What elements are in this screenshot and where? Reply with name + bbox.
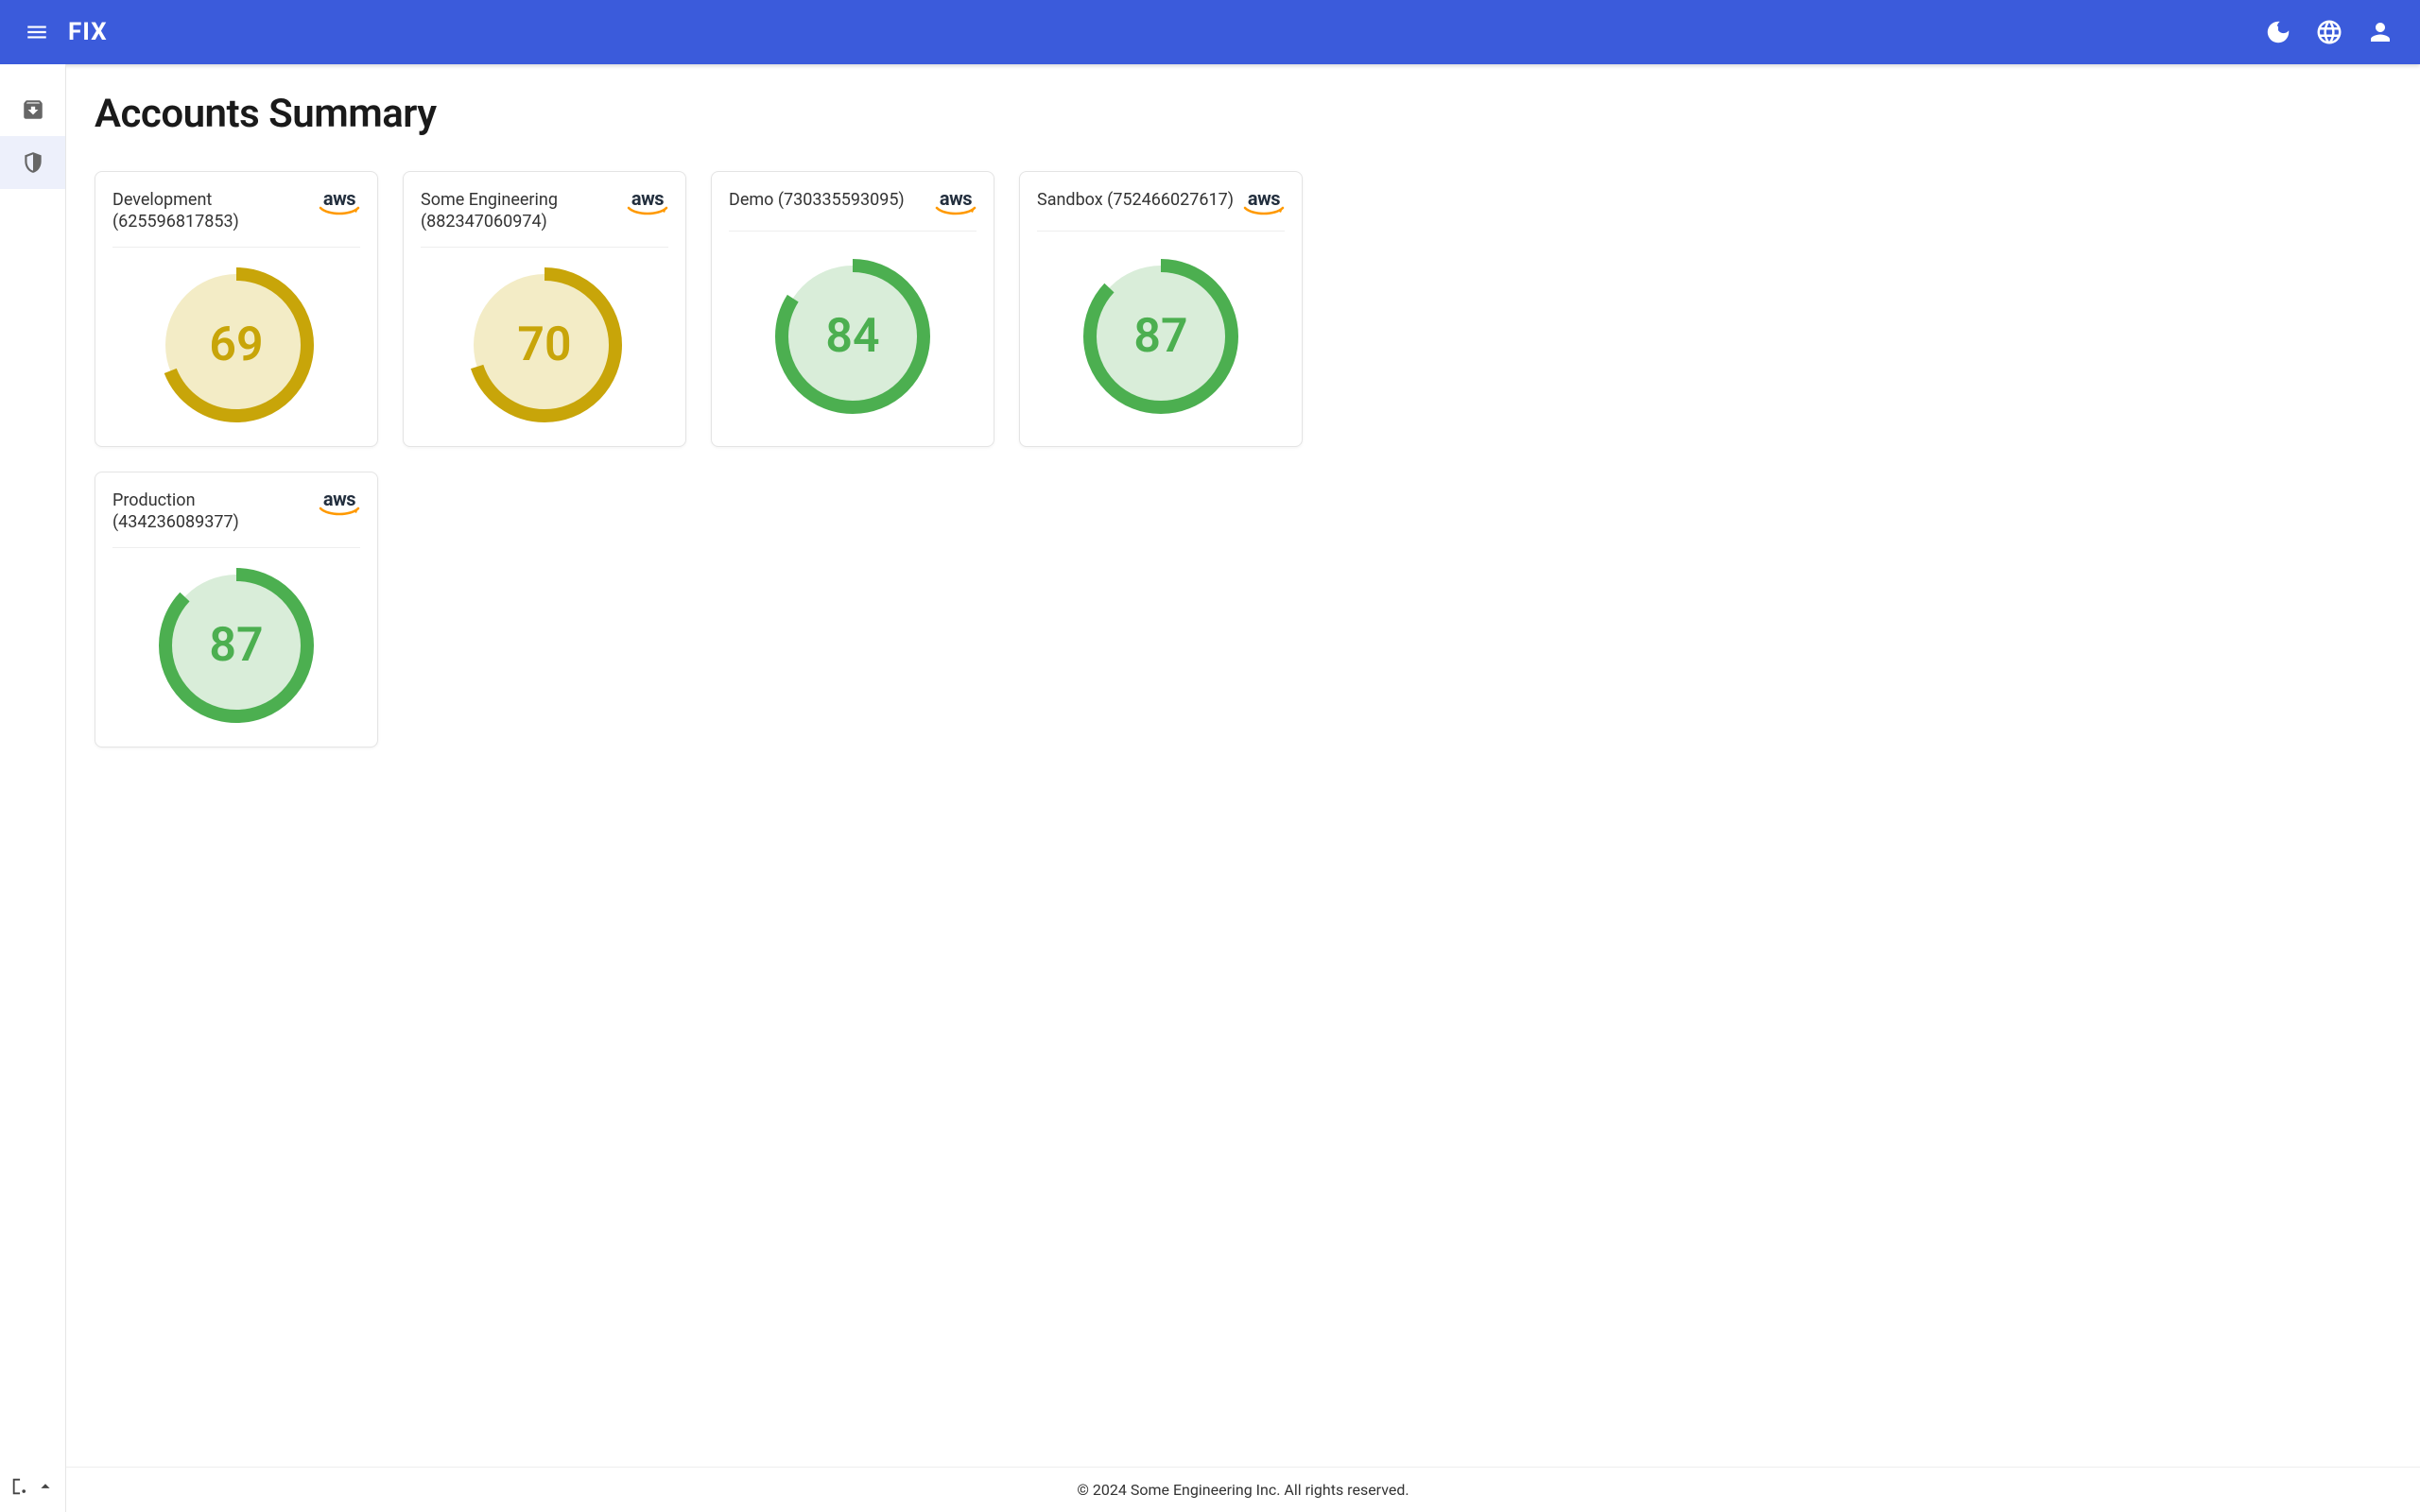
aws-smile-icon bbox=[627, 206, 668, 217]
provider-badge: aws bbox=[627, 189, 668, 217]
provider-badge: aws bbox=[935, 189, 977, 217]
account-card-header: Demo (730335593095) aws bbox=[729, 189, 977, 232]
score-gauge: 70 bbox=[464, 265, 625, 425]
logout-settings-icon bbox=[10, 1476, 31, 1497]
aws-logo-text: aws bbox=[323, 490, 355, 508]
account-name: Development (625596817853) bbox=[112, 189, 309, 233]
aws-logo-text: aws bbox=[323, 189, 355, 208]
sidebar-item-security[interactable] bbox=[0, 136, 65, 189]
score-gauge: 87 bbox=[156, 565, 317, 726]
score-value: 70 bbox=[464, 265, 625, 425]
aws-logo-text: aws bbox=[1248, 189, 1280, 208]
account-card[interactable]: Production (434236089377) aws 87 bbox=[95, 472, 378, 747]
score-gauge: 84 bbox=[772, 256, 933, 417]
aws-smile-icon bbox=[319, 507, 360, 518]
account-name: Some Engineering (882347060974) bbox=[421, 189, 617, 233]
archive-icon bbox=[21, 97, 45, 122]
page-title: Accounts Summary bbox=[95, 91, 2392, 137]
score-value: 87 bbox=[1080, 256, 1241, 417]
account-name: Sandbox (752466027617) bbox=[1037, 189, 1234, 211]
account-cards-grid: Development (625596817853) aws 69 bbox=[95, 171, 2392, 747]
account-card-header: Some Engineering (882347060974) aws bbox=[421, 189, 668, 248]
account-card-header: Development (625596817853) aws bbox=[112, 189, 360, 248]
chevron-up-icon bbox=[35, 1476, 56, 1497]
sidebar-collapse-button[interactable] bbox=[0, 1459, 65, 1512]
menu-button[interactable] bbox=[17, 12, 57, 52]
score-value: 84 bbox=[772, 256, 933, 417]
aws-smile-icon bbox=[319, 206, 360, 217]
aws-smile-icon bbox=[935, 206, 977, 217]
provider-badge: aws bbox=[319, 189, 360, 217]
globe-icon bbox=[2315, 18, 2343, 46]
footer-text: © 2024 Some Engineering Inc. All rights … bbox=[66, 1467, 2420, 1512]
brand-name: FIX bbox=[68, 18, 108, 46]
score-gauge: 87 bbox=[1080, 256, 1241, 417]
shield-icon bbox=[21, 150, 45, 175]
content-area: Accounts Summary Development (6255968178… bbox=[66, 64, 2420, 1467]
aws-logo-text: aws bbox=[940, 189, 972, 208]
dark-mode-icon bbox=[2264, 18, 2292, 46]
score-value: 87 bbox=[156, 565, 317, 726]
score-value: 69 bbox=[156, 265, 317, 425]
person-icon bbox=[2366, 18, 2394, 46]
aws-smile-icon bbox=[1243, 206, 1285, 217]
account-card[interactable]: Demo (730335593095) aws 84 bbox=[711, 171, 994, 447]
account-card[interactable]: Some Engineering (882347060974) aws 70 bbox=[403, 171, 686, 447]
account-card[interactable]: Development (625596817853) aws 69 bbox=[95, 171, 378, 447]
aws-logo-text: aws bbox=[631, 189, 664, 208]
hamburger-icon bbox=[25, 20, 49, 44]
account-card-header: Sandbox (752466027617) aws bbox=[1037, 189, 1285, 232]
sidebar-item-inventory[interactable] bbox=[0, 83, 65, 136]
score-gauge: 69 bbox=[156, 265, 317, 425]
account-name: Production (434236089377) bbox=[112, 490, 309, 534]
account-name: Demo (730335593095) bbox=[729, 189, 905, 211]
appbar: FIX bbox=[0, 0, 2420, 64]
theme-toggle-button[interactable] bbox=[2256, 9, 2301, 55]
provider-badge: aws bbox=[319, 490, 360, 518]
sidebar bbox=[0, 64, 66, 1512]
provider-badge: aws bbox=[1243, 189, 1285, 217]
account-card[interactable]: Sandbox (752466027617) aws 87 bbox=[1019, 171, 1303, 447]
account-card-header: Production (434236089377) aws bbox=[112, 490, 360, 548]
account-button[interactable] bbox=[2358, 9, 2403, 55]
language-button[interactable] bbox=[2307, 9, 2352, 55]
